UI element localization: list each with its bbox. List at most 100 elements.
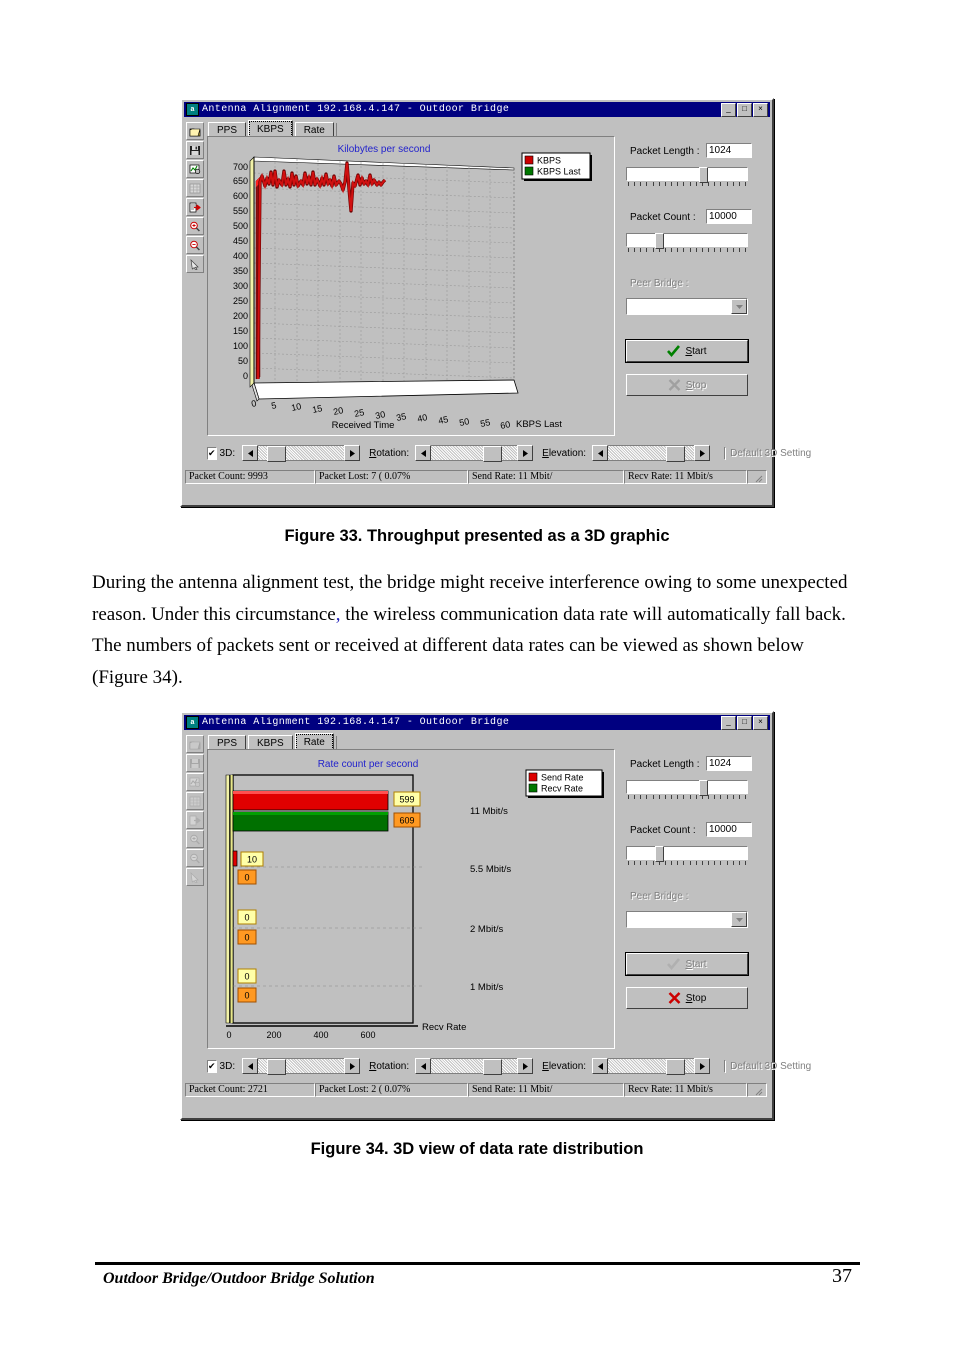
title-bar[interactable]: a Antenna Alignment 192.168.4.147 - Outd… [184,102,770,117]
svg-text:300: 300 [233,281,248,291]
rotation-scrollbar-2[interactable] [415,1058,534,1075]
elevation-scrollbar[interactable] [592,445,711,462]
svg-text:500: 500 [233,221,248,231]
elevation-scrollbar-2[interactable] [592,1058,711,1075]
maximize-button-2[interactable]: □ [737,715,752,730]
test-controls-panel-2[interactable]: Packet Length : 1024 Packet Count : 1000… [622,755,762,1045]
rotation-thumb-2[interactable] [483,1059,503,1075]
status-packet-lost-2: Packet Lost: 2 ( 0.07% [315,1083,468,1097]
antenna-alignment-window-1[interactable]: a Antenna Alignment 192.168.4.147 - Outd… [180,98,811,507]
elevation-right-arrow-icon-2[interactable] [694,1058,711,1074]
elevation-left-arrow-icon[interactable] [592,445,609,461]
start-button-2[interactable]: Start [626,953,748,975]
chevron-down-icon-2[interactable] [731,912,747,927]
grid-table-icon[interactable] [186,179,204,197]
rotation-track[interactable] [431,445,518,462]
peer-bridge-dropdown-2[interactable] [626,911,748,928]
start-button[interactable]: Start [626,340,748,362]
elevation-track[interactable] [608,445,695,462]
depth-scrollbar-2[interactable] [242,1058,361,1075]
antenna-icon: a [186,103,199,116]
minimize-button-2[interactable]: _ [721,715,736,730]
chart-panel-kbps[interactable]: 700 650 600 550 500 450 400 350 300 250 … [207,136,615,436]
copy-chart-icon[interactable] [186,160,204,178]
rotation-right-arrow-icon-2[interactable] [517,1058,534,1074]
packet-length-slider-2[interactable] [626,780,748,796]
elevation-right-arrow-icon[interactable] [694,445,711,461]
three-d-controls-bar-1[interactable]: ✔ 3D: Rotation: Elevation: Default 3D Se… [207,445,811,462]
svg-text:400: 400 [313,1030,328,1040]
packet-count-slider-thumb[interactable] [655,233,664,249]
figure-34-caption: Figure 34. 3D view of data rate distribu… [310,1140,644,1158]
title-bar-2[interactable]: a Antenna Alignment 192.168.4.147 - Outd… [184,715,770,730]
resize-grip-icon-2[interactable] [747,1083,767,1097]
packet-count-slider[interactable] [626,233,748,249]
default-3d-checkbox-2[interactable] [724,1059,727,1073]
chevron-down-icon[interactable] [731,299,747,314]
copy-chart-icon-2[interactable] [186,773,204,791]
pointer-tool-icon[interactable] [186,255,204,273]
packet-length-slider[interactable] [626,167,748,183]
rotation-scrollbar[interactable] [415,445,534,462]
zoom-out-icon-2[interactable] [186,849,204,867]
packet-length-input-2[interactable]: 1024 [706,756,752,771]
packet-length-input[interactable]: 1024 [706,143,752,158]
maximize-button[interactable]: □ [737,102,752,117]
peer-bridge-dropdown[interactable] [626,298,748,315]
packet-length-slider-thumb-2[interactable] [699,780,708,796]
three-d-controls-bar-2[interactable]: ✔ 3D: Rotation: Elevation: Default 3D Se… [207,1058,811,1075]
close-button[interactable]: × [753,102,768,117]
elevation-thumb-2[interactable] [666,1059,686,1075]
open-folder-icon[interactable] [186,122,204,140]
window-buttons-2[interactable]: _ □ × [721,715,768,730]
rotation-thumb[interactable] [483,446,503,462]
open-folder-icon-2[interactable] [186,735,204,753]
elevation-thumb[interactable] [666,446,686,462]
chart-toolbar[interactable] [186,122,204,274]
depth-thumb-2[interactable] [267,1059,287,1075]
zoom-in-icon-2[interactable] [186,830,204,848]
packet-count-slider-thumb-2[interactable] [655,846,664,862]
default-3d-checkbox[interactable] [724,446,727,460]
chart-xlabel-1: Received Time [332,420,395,431]
chart-panel-rate[interactable]: 599 609 10 0 0 0 0 0 Rate count per seco… [207,749,615,1049]
export-arrow-icon-2[interactable] [186,811,204,829]
depth-thumb[interactable] [267,446,287,462]
elevation-left-arrow-icon-2[interactable] [592,1058,609,1074]
depth-track[interactable] [258,445,345,462]
resize-grip-icon[interactable] [747,470,767,484]
rotation-track-2[interactable] [431,1058,518,1075]
chart-toolbar-2[interactable] [186,735,204,887]
minimize-button[interactable]: _ [721,102,736,117]
antenna-alignment-window-2[interactable]: a Antenna Alignment 192.168.4.147 - Outd… [180,711,811,1120]
packet-count-input-2[interactable]: 10000 [706,822,752,837]
zoom-in-icon[interactable] [186,217,204,235]
rotation-right-arrow-icon[interactable] [517,445,534,461]
grid-table-icon-2[interactable] [186,792,204,810]
depth-right-arrow-icon-2[interactable] [344,1058,361,1074]
three-d-checkbox-2[interactable]: ✔ [207,1059,217,1073]
depth-left-arrow-icon-2[interactable] [242,1058,259,1074]
elevation-track-2[interactable] [608,1058,695,1075]
three-d-checkbox[interactable]: ✔ [207,446,217,460]
stop-button-2[interactable]: Stop [626,987,748,1009]
depth-right-arrow-icon[interactable] [344,445,361,461]
stop-button[interactable]: Stop [626,374,748,396]
depth-track-2[interactable] [258,1058,345,1075]
depth-left-arrow-icon[interactable] [242,445,259,461]
bar-label-2-recv: 0 [237,929,257,945]
pointer-tool-icon-2[interactable] [186,868,204,886]
window-buttons[interactable]: _ □ × [721,102,768,117]
close-button-2[interactable]: × [753,715,768,730]
packet-count-slider-2[interactable] [626,846,748,862]
save-disk-icon[interactable] [186,141,204,159]
save-disk-icon-2[interactable] [186,754,204,772]
rotation-left-arrow-icon[interactable] [415,445,432,461]
packet-length-slider-thumb[interactable] [699,167,708,183]
depth-scrollbar[interactable] [242,445,361,462]
test-controls-panel-1[interactable]: Packet Length : 1024 Packet Count : 1000… [622,142,762,432]
rotation-left-arrow-icon-2[interactable] [415,1058,432,1074]
packet-count-input[interactable]: 10000 [706,209,752,224]
zoom-out-icon[interactable] [186,236,204,254]
export-arrow-icon[interactable] [186,198,204,216]
